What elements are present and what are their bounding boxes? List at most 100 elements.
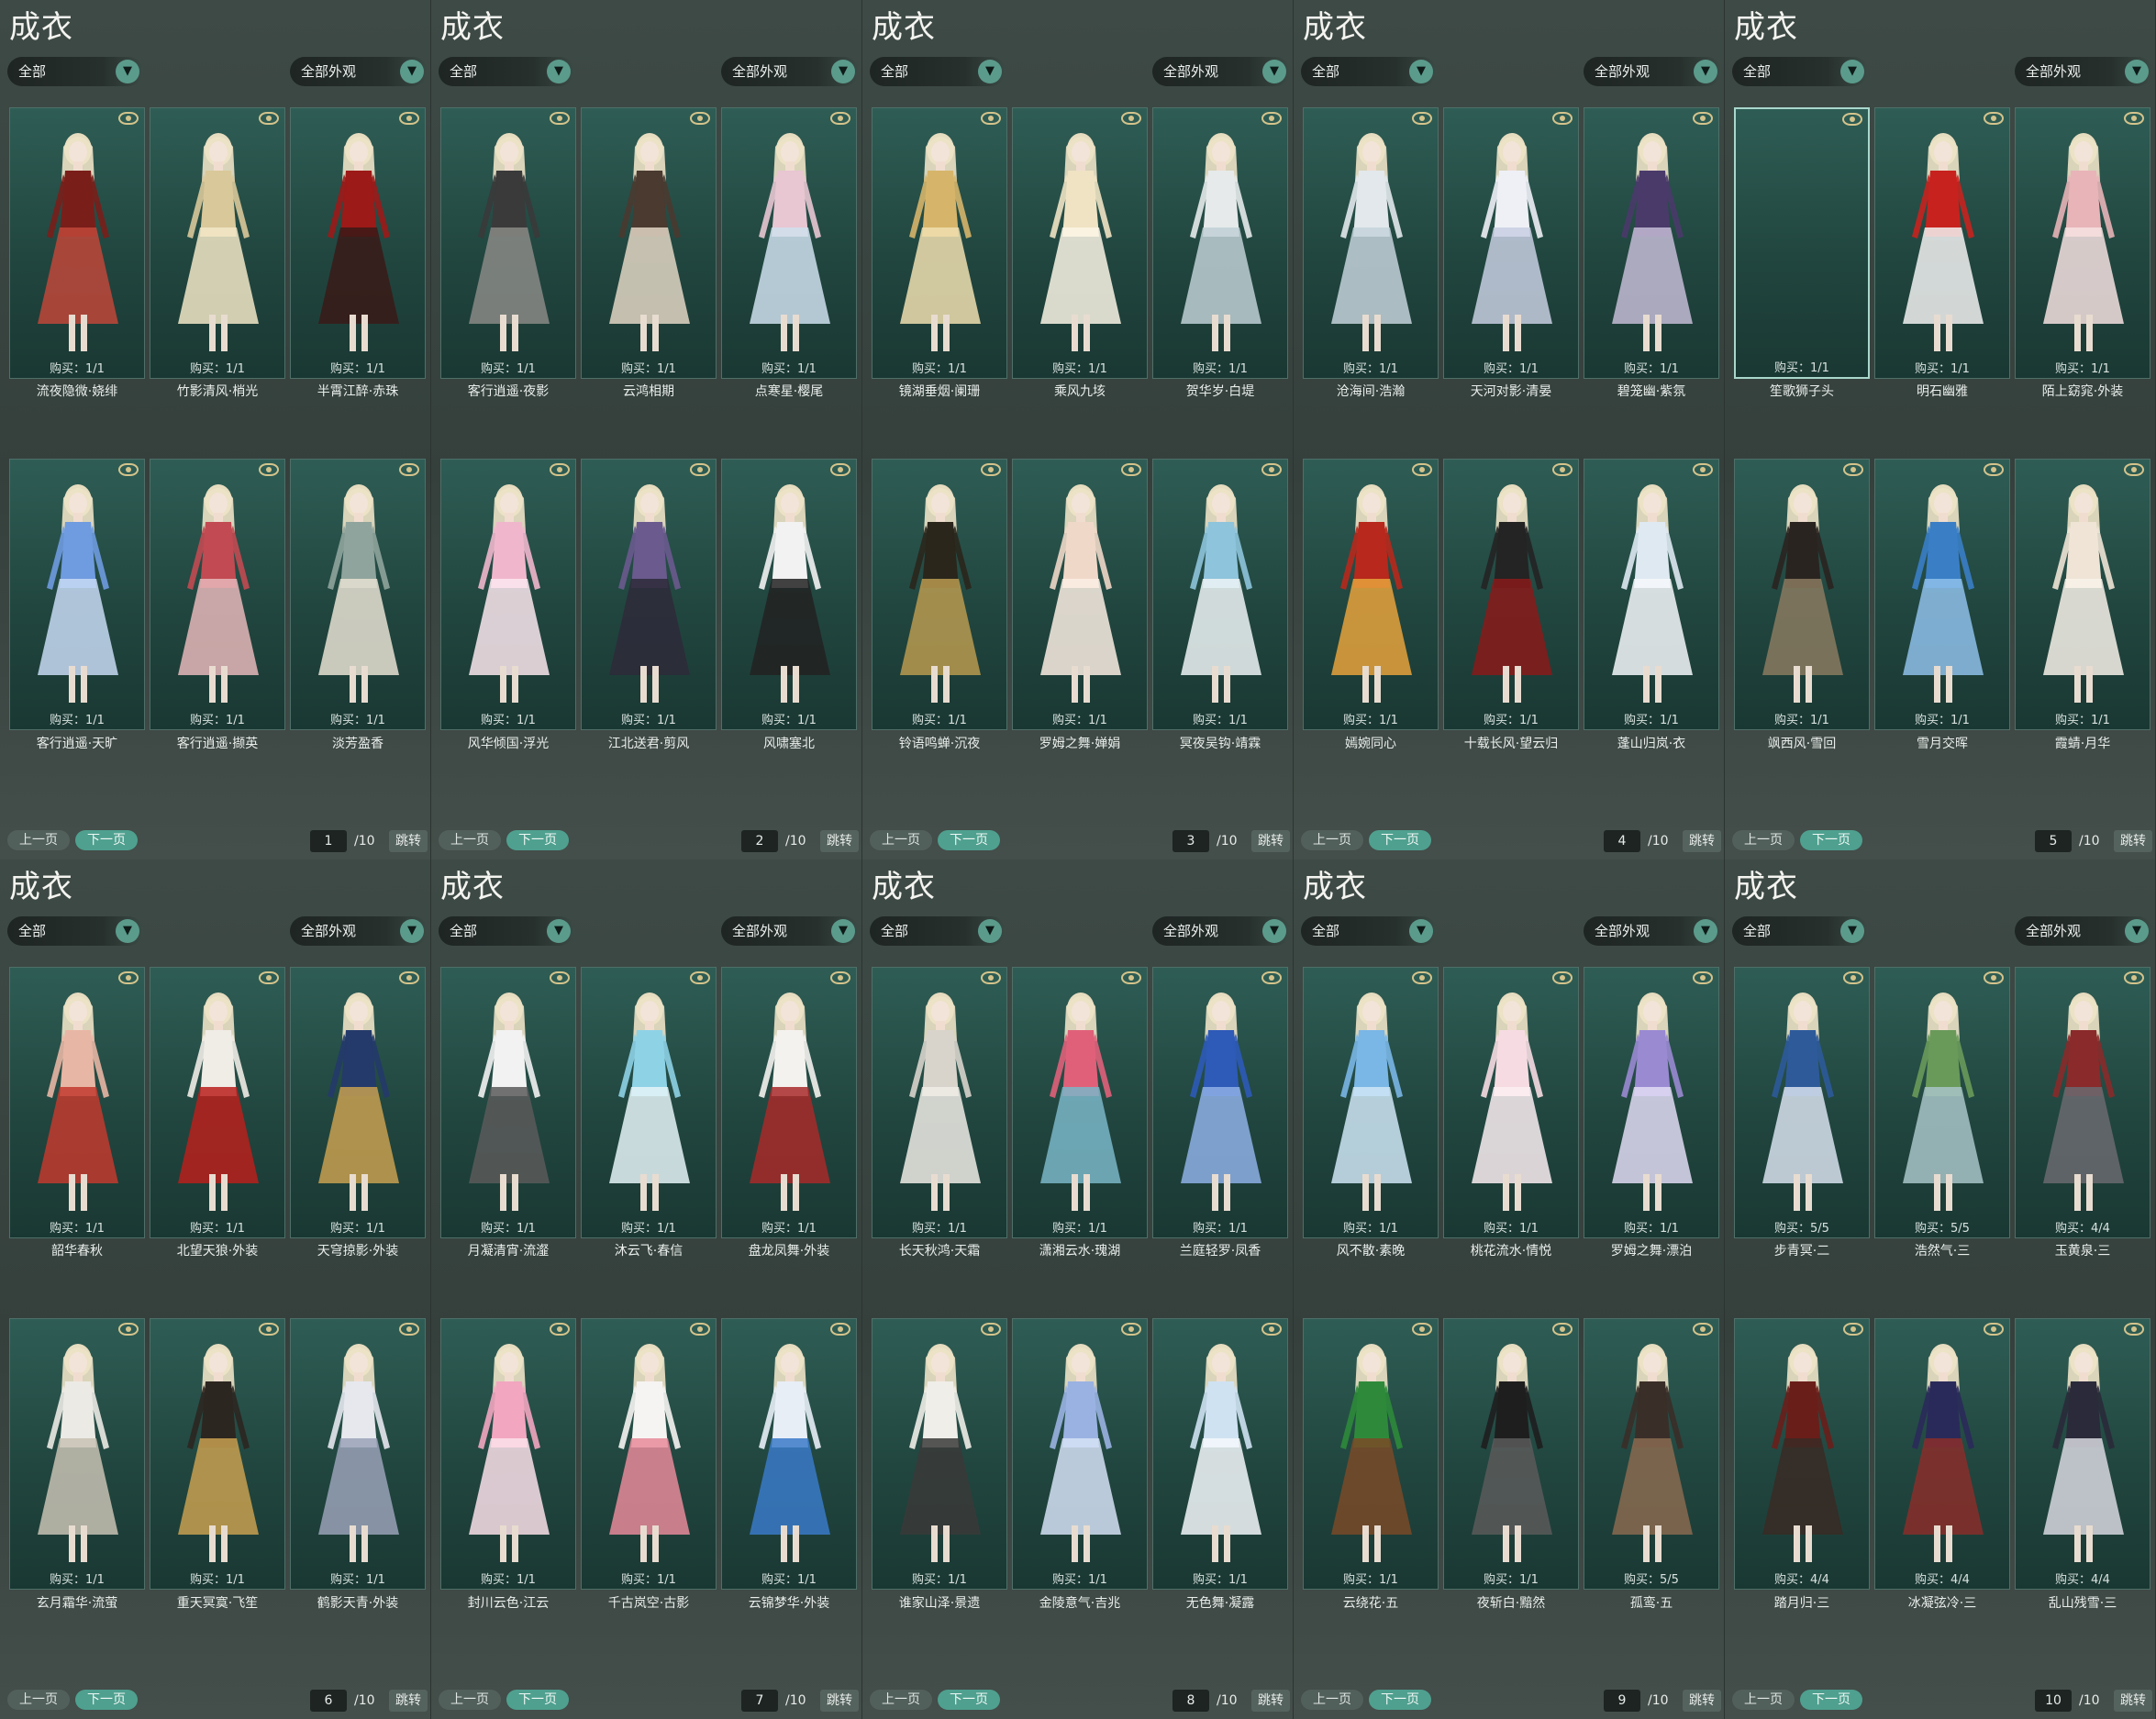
eye-icon[interactable] bbox=[1261, 971, 1282, 984]
jump-button[interactable]: 跳转 bbox=[389, 1690, 428, 1712]
page-number-input[interactable]: 4 bbox=[1604, 830, 1640, 852]
eye-icon[interactable] bbox=[1693, 463, 1713, 476]
eye-icon[interactable] bbox=[1121, 112, 1141, 125]
outfit-card[interactable]: 购买：1/1 bbox=[1012, 107, 1148, 379]
eye-icon[interactable] bbox=[1843, 463, 1863, 476]
eye-icon[interactable] bbox=[118, 1323, 139, 1336]
outfit-card[interactable]: 购买：1/1 bbox=[721, 107, 857, 379]
next-page-button[interactable]: 下一页 bbox=[1800, 1690, 1862, 1710]
eye-icon[interactable] bbox=[1261, 463, 1282, 476]
eye-icon[interactable] bbox=[259, 971, 279, 984]
jump-button[interactable]: 跳转 bbox=[1683, 1690, 1721, 1712]
outfit-card[interactable]: 购买：1/1 bbox=[1874, 107, 2010, 379]
outfit-card[interactable]: 购买：1/1 bbox=[581, 459, 717, 730]
outfit-card[interactable]: 购买：1/1 bbox=[9, 107, 145, 379]
eye-icon[interactable] bbox=[399, 463, 419, 476]
category-dropdown[interactable]: 全部 ▼ bbox=[7, 57, 143, 86]
category-dropdown[interactable]: 全部 ▼ bbox=[870, 57, 1006, 86]
prev-page-button[interactable]: 上一页 bbox=[439, 830, 501, 850]
eye-icon[interactable] bbox=[259, 1323, 279, 1336]
page-number-input[interactable]: 1 bbox=[310, 830, 347, 852]
prev-page-button[interactable]: 上一页 bbox=[1301, 830, 1363, 850]
outfit-card[interactable]: 购买：1/1 bbox=[1443, 967, 1579, 1238]
outfit-card[interactable]: 购买：1/1 bbox=[1303, 1318, 1439, 1590]
appearance-dropdown[interactable]: 全部外观 ▼ bbox=[2015, 916, 2152, 946]
eye-icon[interactable] bbox=[690, 971, 710, 984]
outfit-card[interactable]: 购买：1/1 bbox=[1012, 967, 1148, 1238]
category-dropdown[interactable]: 全部 ▼ bbox=[1732, 916, 1868, 946]
eye-icon[interactable] bbox=[1412, 463, 1432, 476]
eye-icon[interactable] bbox=[2124, 463, 2144, 476]
eye-icon[interactable] bbox=[118, 463, 139, 476]
eye-icon[interactable] bbox=[1261, 112, 1282, 125]
category-dropdown[interactable]: 全部 ▼ bbox=[1732, 57, 1868, 86]
eye-icon[interactable] bbox=[1552, 1323, 1573, 1336]
page-number-input[interactable]: 9 bbox=[1604, 1690, 1640, 1712]
outfit-card[interactable]: 购买：1/1 bbox=[1303, 967, 1439, 1238]
next-page-button[interactable]: 下一页 bbox=[506, 830, 569, 850]
eye-icon[interactable] bbox=[1412, 971, 1432, 984]
prev-page-button[interactable]: 上一页 bbox=[439, 1690, 501, 1710]
outfit-card[interactable]: 购买：1/1 bbox=[1874, 459, 2010, 730]
eye-icon[interactable] bbox=[550, 1323, 570, 1336]
page-number-input[interactable]: 8 bbox=[1172, 1690, 1209, 1712]
next-page-button[interactable]: 下一页 bbox=[75, 830, 138, 850]
outfit-card[interactable]: 购买：1/1 bbox=[1152, 107, 1288, 379]
eye-icon[interactable] bbox=[830, 1323, 850, 1336]
outfit-card[interactable]: 购买：1/1 bbox=[1152, 967, 1288, 1238]
outfit-card[interactable]: 购买：1/1 bbox=[1734, 107, 1870, 379]
eye-icon[interactable] bbox=[981, 1323, 1001, 1336]
outfit-card[interactable]: 购买：1/1 bbox=[150, 1318, 285, 1590]
eye-icon[interactable] bbox=[1842, 113, 1862, 126]
outfit-card[interactable]: 购买：4/4 bbox=[1874, 1318, 2010, 1590]
outfit-card[interactable]: 购买：1/1 bbox=[1303, 107, 1439, 379]
outfit-card[interactable]: 购买：1/1 bbox=[721, 1318, 857, 1590]
outfit-card[interactable]: 购买：1/1 bbox=[872, 107, 1007, 379]
outfit-card[interactable]: 购买：1/1 bbox=[1152, 1318, 1288, 1590]
appearance-dropdown[interactable]: 全部外观 ▼ bbox=[2015, 57, 2152, 86]
appearance-dropdown[interactable]: 全部外观 ▼ bbox=[290, 916, 428, 946]
outfit-card[interactable]: 购买：1/1 bbox=[1734, 459, 1870, 730]
appearance-dropdown[interactable]: 全部外观 ▼ bbox=[1152, 57, 1290, 86]
eye-icon[interactable] bbox=[2124, 1323, 2144, 1336]
eye-icon[interactable] bbox=[981, 112, 1001, 125]
eye-icon[interactable] bbox=[981, 971, 1001, 984]
eye-icon[interactable] bbox=[1693, 112, 1713, 125]
outfit-card[interactable]: 购买：1/1 bbox=[2015, 107, 2150, 379]
jump-button[interactable]: 跳转 bbox=[820, 1690, 859, 1712]
eye-icon[interactable] bbox=[690, 463, 710, 476]
appearance-dropdown[interactable]: 全部外观 ▼ bbox=[1152, 916, 1290, 946]
outfit-card[interactable]: 购买：5/5 bbox=[1874, 967, 2010, 1238]
outfit-card[interactable]: 购买：1/1 bbox=[1584, 967, 1719, 1238]
outfit-card[interactable]: 购买：1/1 bbox=[9, 967, 145, 1238]
eye-icon[interactable] bbox=[259, 112, 279, 125]
page-number-input[interactable]: 2 bbox=[741, 830, 778, 852]
prev-page-button[interactable]: 上一页 bbox=[7, 1690, 70, 1710]
category-dropdown[interactable]: 全部 ▼ bbox=[1301, 57, 1437, 86]
eye-icon[interactable] bbox=[1412, 112, 1432, 125]
outfit-card[interactable]: 购买：1/1 bbox=[440, 1318, 576, 1590]
outfit-card[interactable]: 购买：1/1 bbox=[290, 1318, 426, 1590]
outfit-card[interactable]: 购买：1/1 bbox=[440, 107, 576, 379]
eye-icon[interactable] bbox=[1693, 971, 1713, 984]
eye-icon[interactable] bbox=[690, 1323, 710, 1336]
outfit-card[interactable]: 购买：1/1 bbox=[9, 459, 145, 730]
eye-icon[interactable] bbox=[550, 463, 570, 476]
next-page-button[interactable]: 下一页 bbox=[938, 830, 1000, 850]
outfit-card[interactable]: 购买：1/1 bbox=[290, 107, 426, 379]
eye-icon[interactable] bbox=[259, 463, 279, 476]
eye-icon[interactable] bbox=[1261, 1323, 1282, 1336]
outfit-card[interactable]: 购买：1/1 bbox=[721, 459, 857, 730]
next-page-button[interactable]: 下一页 bbox=[75, 1690, 138, 1710]
category-dropdown[interactable]: 全部 ▼ bbox=[439, 916, 574, 946]
page-number-input[interactable]: 3 bbox=[1172, 830, 1209, 852]
outfit-card[interactable]: 购买：1/1 bbox=[1012, 459, 1148, 730]
appearance-dropdown[interactable]: 全部外观 ▼ bbox=[1584, 57, 1721, 86]
outfit-card[interactable]: 购买：1/1 bbox=[2015, 459, 2150, 730]
jump-button[interactable]: 跳转 bbox=[820, 830, 859, 852]
category-dropdown[interactable]: 全部 ▼ bbox=[1301, 916, 1437, 946]
category-dropdown[interactable]: 全部 ▼ bbox=[439, 57, 574, 86]
eye-icon[interactable] bbox=[1552, 971, 1573, 984]
outfit-card[interactable]: 购买：1/1 bbox=[1152, 459, 1288, 730]
prev-page-button[interactable]: 上一页 bbox=[1732, 830, 1795, 850]
